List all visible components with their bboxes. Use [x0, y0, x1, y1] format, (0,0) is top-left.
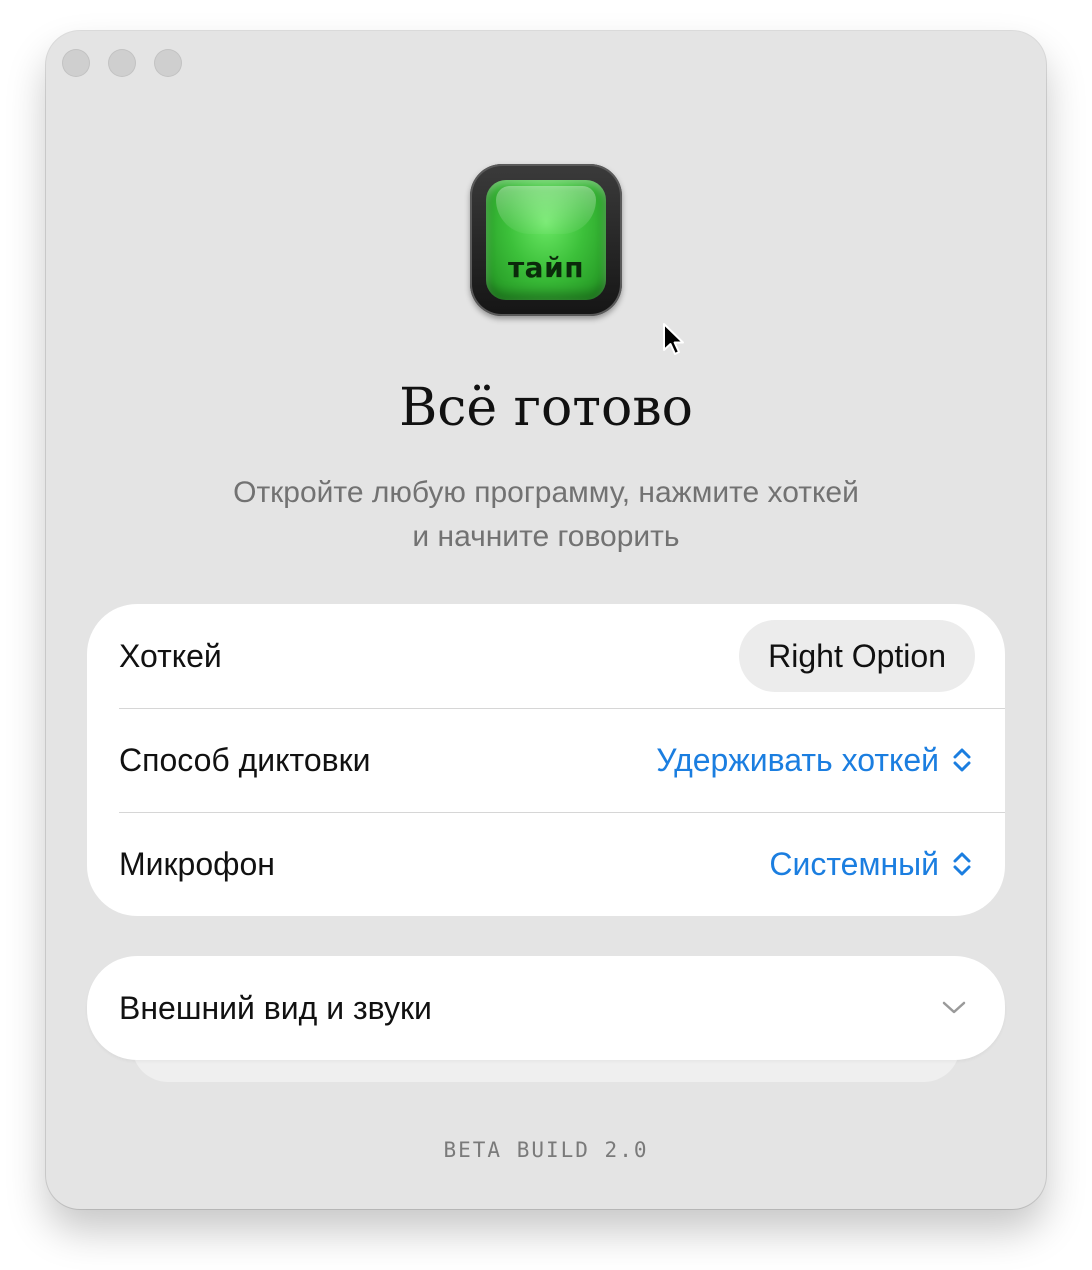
- chevron-down-icon: [942, 1001, 966, 1014]
- app-logo-icon: тайп: [470, 164, 622, 316]
- hotkey-value: Right Option: [768, 637, 946, 674]
- microphone-select[interactable]: Системный: [769, 846, 973, 883]
- close-button[interactable]: [62, 49, 90, 77]
- zoom-button[interactable]: [154, 49, 182, 77]
- hotkey-label: Хоткей: [119, 637, 222, 674]
- appearance-label: Внешний вид и звуки: [119, 989, 432, 1026]
- build-version: BETA BUILD 2.0: [443, 1138, 649, 1162]
- page-title: Всё готово: [399, 378, 693, 438]
- microphone-value: Системный: [769, 845, 939, 882]
- logo-key: тайп: [486, 180, 606, 300]
- hotkey-row: Хоткей Right Option: [87, 604, 1005, 708]
- minimize-button[interactable]: [108, 49, 136, 77]
- chevron-up-down-icon: [953, 852, 971, 876]
- window-controls: [62, 49, 182, 77]
- appearance-header[interactable]: Внешний вид и звуки: [87, 956, 1005, 1060]
- settings-card: Хоткей Right Option Способ диктовки Удер…: [87, 604, 1005, 916]
- chevron-up-down-icon: [953, 748, 971, 772]
- dictation-mode-row: Способ диктовки Удерживать хоткей: [87, 708, 1005, 812]
- page-subtitle: Откройте любую программу, нажмите хоткей…: [46, 471, 1046, 559]
- dictation-mode-select[interactable]: Удерживать хоткей: [656, 742, 973, 779]
- appearance-section[interactable]: Внешний вид и звуки: [87, 956, 1005, 1060]
- microphone-label: Микрофон: [119, 845, 275, 882]
- dictation-mode-value: Удерживать хоткей: [656, 741, 939, 778]
- subtitle-line-1: Откройте любую программу, нажмите хоткей: [233, 476, 859, 509]
- logo-label: тайп: [507, 251, 585, 284]
- hotkey-button[interactable]: Right Option: [739, 620, 975, 692]
- app-window: тайп Всё готово Откройте любую программу…: [46, 31, 1046, 1209]
- mouse-pointer-icon: [663, 323, 684, 355]
- dictation-mode-label: Способ диктовки: [119, 741, 371, 778]
- microphone-row: Микрофон Системный: [87, 812, 1005, 916]
- subtitle-line-2: и начните говорить: [412, 520, 680, 553]
